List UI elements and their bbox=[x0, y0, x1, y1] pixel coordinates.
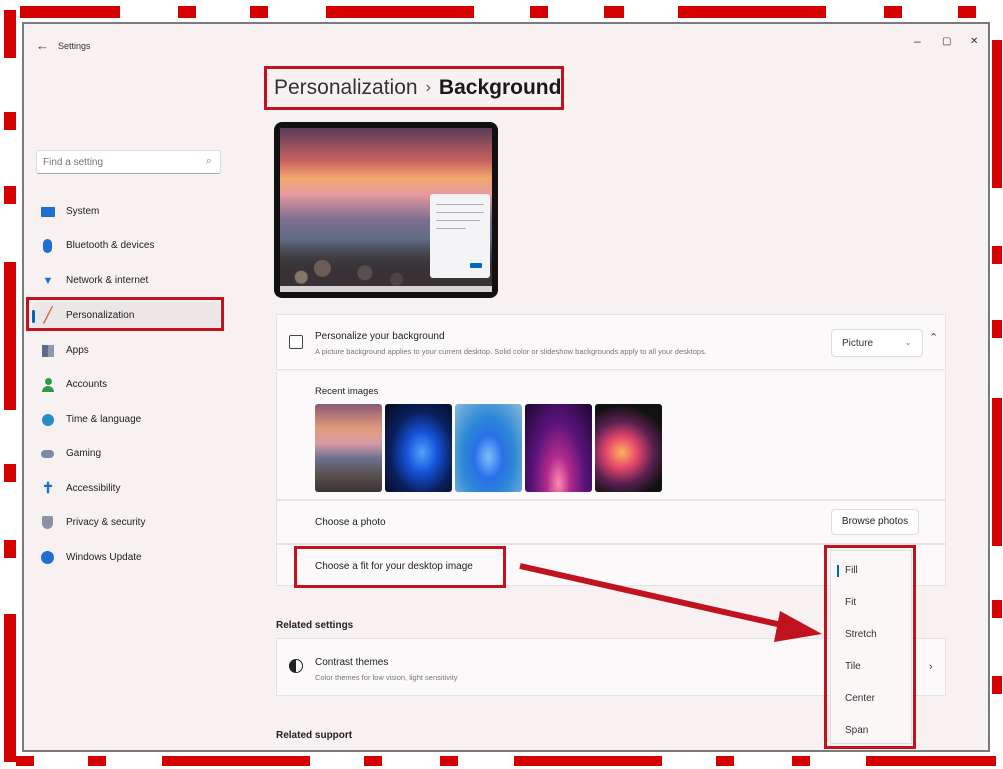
related-support-heading: Related support bbox=[276, 730, 353, 741]
highlight-fit-menu bbox=[824, 545, 916, 749]
sidebar-item-time-language[interactable]: Time & language bbox=[32, 406, 220, 434]
sidebar-item-privacy[interactable]: Privacy & security bbox=[32, 509, 220, 537]
choose-photo-label: Choose a photo bbox=[315, 517, 386, 528]
bluetooth-icon bbox=[41, 239, 55, 253]
close-button[interactable]: ✕ bbox=[970, 36, 978, 47]
apps-icon bbox=[41, 344, 55, 358]
recent-images-label: Recent images bbox=[315, 386, 379, 397]
personalize-subtitle: A picture background applies to your cur… bbox=[315, 347, 707, 356]
wifi-icon: ▼ bbox=[42, 275, 54, 287]
person-icon bbox=[41, 378, 55, 392]
sidebar-item-accessibility[interactable]: ✝ Accessibility bbox=[32, 475, 220, 503]
sidebar-item-accounts[interactable]: Accounts bbox=[32, 371, 220, 399]
sidebar-item-network[interactable]: ▼ Network & internet bbox=[32, 267, 220, 295]
sidebar-item-system[interactable]: System bbox=[32, 198, 220, 226]
sidebar-item-windows-update[interactable]: Windows Update bbox=[32, 544, 220, 572]
monitor-icon bbox=[41, 205, 55, 219]
minimize-button[interactable]: – bbox=[914, 34, 921, 48]
preview-taskbar bbox=[280, 286, 492, 292]
maximize-button[interactable]: ▢ bbox=[942, 36, 951, 47]
choose-photo-row: Choose a photo Browse photos bbox=[276, 500, 946, 544]
image-icon bbox=[289, 335, 303, 349]
recent-image-3[interactable] bbox=[455, 404, 522, 492]
chevron-right-icon: › bbox=[929, 661, 933, 673]
sidebar-item-label: Accessibility bbox=[66, 483, 121, 494]
chevron-up-icon[interactable]: ⌃ bbox=[929, 331, 938, 344]
back-arrow-icon[interactable]: ← bbox=[36, 38, 49, 53]
title-bar: ← Settings – ▢ ✕ bbox=[24, 24, 988, 64]
globe-clock-icon bbox=[41, 413, 55, 427]
sidebar-item-label: System bbox=[66, 206, 100, 217]
contrast-icon bbox=[289, 659, 303, 673]
sidebar-item-label: Privacy & security bbox=[66, 517, 146, 528]
browse-photos-button[interactable]: Browse photos bbox=[831, 509, 919, 535]
recent-image-1[interactable] bbox=[315, 404, 382, 492]
accessibility-icon: ✝ bbox=[41, 480, 55, 497]
highlight-choose-fit bbox=[294, 546, 506, 588]
sidebar-item-label: Time & language bbox=[66, 414, 142, 425]
shield-icon bbox=[41, 516, 55, 530]
sidebar-item-label: Bluetooth & devices bbox=[66, 240, 155, 251]
search-input[interactable]: Find a setting ⌕ bbox=[36, 150, 221, 174]
personalize-title: Personalize your background bbox=[315, 331, 445, 342]
personalize-background-card: Personalize your background A picture ba… bbox=[276, 314, 946, 370]
highlight-personalization bbox=[26, 297, 224, 331]
recent-image-5[interactable] bbox=[595, 404, 662, 492]
window-title: Settings bbox=[58, 41, 91, 51]
sidebar-item-label: Apps bbox=[66, 345, 89, 356]
contrast-themes-title: Contrast themes bbox=[315, 657, 389, 668]
recent-image-2[interactable] bbox=[385, 404, 452, 492]
sidebar-item-gaming[interactable]: Gaming bbox=[32, 440, 220, 468]
sidebar-item-label: Windows Update bbox=[66, 552, 142, 563]
chevron-down-icon: ⌄ bbox=[904, 337, 912, 347]
sidebar-item-label: Accounts bbox=[66, 379, 108, 390]
search-placeholder: Find a setting bbox=[43, 157, 104, 168]
sidebar-item-label: Network & internet bbox=[66, 275, 149, 286]
search-icon: ⌕ bbox=[205, 155, 212, 167]
recent-images-section: Recent images bbox=[276, 372, 946, 500]
background-type-value: Picture bbox=[842, 338, 874, 349]
update-icon bbox=[41, 551, 55, 565]
contrast-themes-subtitle: Color themes for low vision, light sensi… bbox=[315, 673, 458, 682]
highlight-breadcrumb bbox=[264, 66, 564, 110]
background-type-select[interactable]: Picture ⌄ bbox=[831, 329, 923, 357]
recent-image-4[interactable] bbox=[525, 404, 592, 492]
sidebar-item-apps[interactable]: Apps bbox=[32, 337, 220, 365]
preview-window-mockup bbox=[430, 194, 490, 278]
sidebar-item-label: Gaming bbox=[66, 448, 102, 459]
related-settings-heading: Related settings bbox=[276, 620, 354, 631]
desktop-preview bbox=[274, 122, 498, 298]
gamepad-icon bbox=[41, 447, 55, 461]
sidebar-item-bluetooth[interactable]: Bluetooth & devices bbox=[32, 232, 220, 260]
